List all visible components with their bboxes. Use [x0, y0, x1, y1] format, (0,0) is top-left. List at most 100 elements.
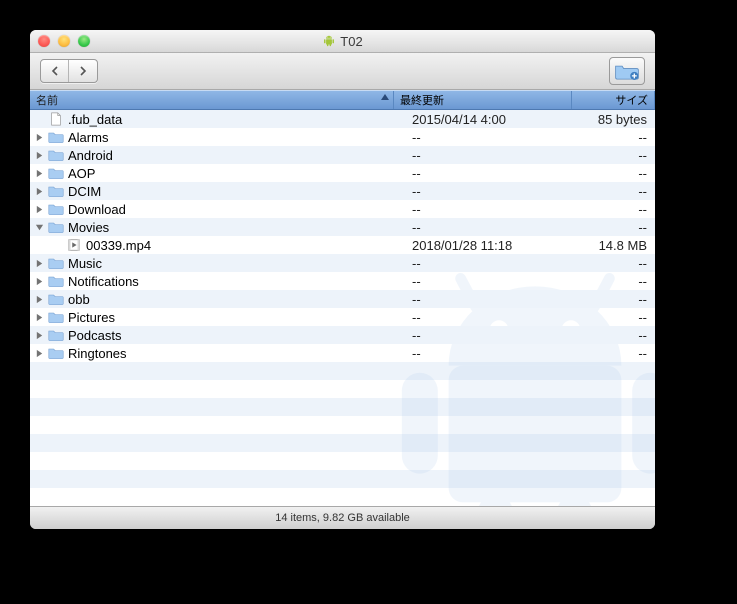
file-size: -- [577, 256, 655, 271]
table-row[interactable]: Android---- [30, 146, 655, 164]
forward-button[interactable] [69, 60, 97, 82]
file-date: -- [406, 256, 577, 271]
chevron-right-icon[interactable] [34, 276, 44, 286]
status-text: 14 items, 9.82 GB available [275, 512, 410, 524]
file-size: -- [577, 184, 655, 199]
file-date: -- [406, 184, 577, 199]
file-date: -- [406, 220, 577, 235]
file-name-label: Pictures [68, 310, 115, 325]
file-date: -- [406, 292, 577, 307]
file-size: -- [577, 130, 655, 145]
table-row[interactable]: Download ---- [30, 200, 655, 218]
file-name-label: Podcasts [68, 328, 121, 343]
file-date: -- [406, 130, 577, 145]
file-date: -- [406, 310, 577, 325]
empty-row [30, 434, 655, 452]
file-date: -- [406, 202, 577, 217]
file-size: -- [577, 220, 655, 235]
table-row[interactable]: Pictures---- [30, 308, 655, 326]
file-size: -- [577, 202, 655, 217]
file-name-label: Notifications [68, 274, 139, 289]
file-size: -- [577, 346, 655, 361]
column-header-name[interactable]: 名前 [30, 91, 394, 109]
finder-window: T02 名前 最終更新 サイズ [30, 30, 655, 529]
file-date: -- [406, 328, 577, 343]
folder-icon [48, 309, 64, 325]
folder-icon [48, 201, 64, 217]
file-date: 2018/01/28 11:18 [406, 238, 577, 253]
table-row[interactable]: DCIM ---- [30, 182, 655, 200]
file-size: -- [577, 328, 655, 343]
file-size: -- [577, 166, 655, 181]
folder-icon [48, 147, 64, 163]
column-headers: 名前 最終更新 サイズ [30, 90, 655, 110]
table-row[interactable]: .fub_data 2015/04/14 4:0085 bytes [30, 110, 655, 128]
chevron-right-icon[interactable] [34, 330, 44, 340]
table-row[interactable]: 00339.mp4 2018/01/28 11:1814.8 MB [30, 236, 655, 254]
chevron-down-icon[interactable] [34, 222, 44, 232]
chevron-right-icon[interactable] [34, 186, 44, 196]
chevron-right-icon[interactable] [34, 168, 44, 178]
empty-row [30, 488, 655, 506]
chevron-right-icon[interactable] [34, 258, 44, 268]
file-name-label: Android [68, 148, 113, 163]
chevron-right-icon[interactable] [34, 348, 44, 358]
file-date: -- [406, 148, 577, 163]
empty-row [30, 470, 655, 488]
document-icon [48, 111, 64, 127]
chevron-right-icon[interactable] [34, 294, 44, 304]
file-size: -- [577, 292, 655, 307]
file-name-label: Alarms [68, 130, 108, 145]
file-size: 14.8 MB [577, 238, 655, 253]
file-date: -- [406, 274, 577, 289]
new-folder-button[interactable] [609, 57, 645, 85]
file-name-label: 00339.mp4 [86, 238, 151, 253]
table-row[interactable]: Alarms ---- [30, 128, 655, 146]
window-controls [38, 35, 90, 47]
file-date: -- [406, 166, 577, 181]
title-text: T02 [340, 34, 362, 49]
table-row[interactable]: Music---- [30, 254, 655, 272]
titlebar[interactable]: T02 [30, 30, 655, 53]
empty-row [30, 398, 655, 416]
table-row[interactable]: AOP ---- [30, 164, 655, 182]
minimize-icon[interactable] [58, 35, 70, 47]
folder-icon [48, 291, 64, 307]
chevron-right-icon[interactable] [34, 204, 44, 214]
file-date: 2015/04/14 4:00 [406, 112, 577, 127]
table-row[interactable]: Ringtones ---- [30, 344, 655, 362]
column-header-date[interactable]: 最終更新 [394, 91, 572, 109]
column-header-date-label: 最終更新 [400, 92, 444, 108]
folder-icon [48, 219, 64, 235]
table-row[interactable]: Notifications---- [30, 272, 655, 290]
folder-icon [48, 327, 64, 343]
zoom-icon[interactable] [78, 35, 90, 47]
file-name-label: AOP [68, 166, 95, 181]
file-list[interactable]: .fub_data 2015/04/14 4:0085 bytes Alarms --… [30, 110, 655, 506]
column-header-name-label: 名前 [36, 92, 58, 108]
close-icon[interactable] [38, 35, 50, 47]
table-row[interactable]: Movies ---- [30, 218, 655, 236]
chevron-right-icon[interactable] [34, 312, 44, 322]
folder-icon [48, 183, 64, 199]
folder-icon [48, 165, 64, 181]
column-header-size-label: サイズ [615, 92, 648, 108]
file-name-label: Movies [68, 220, 109, 235]
file-name-label: DCIM [68, 184, 101, 199]
file-name-label: .fub_data [68, 112, 122, 127]
file-name-label: obb [68, 292, 90, 307]
file-name-label: Download [68, 202, 126, 217]
file-date: -- [406, 346, 577, 361]
folder-icon [48, 255, 64, 271]
nav-segment [40, 59, 98, 83]
chevron-right-icon[interactable] [34, 132, 44, 142]
folder-icon [48, 345, 64, 361]
file-name-label: Ringtones [68, 346, 127, 361]
table-row[interactable]: obb ---- [30, 290, 655, 308]
back-button[interactable] [41, 60, 69, 82]
column-header-size[interactable]: サイズ [572, 91, 655, 109]
chevron-right-icon[interactable] [34, 150, 44, 160]
table-row[interactable]: Podcasts ---- [30, 326, 655, 344]
empty-row [30, 452, 655, 470]
file-size: 85 bytes [577, 112, 655, 127]
